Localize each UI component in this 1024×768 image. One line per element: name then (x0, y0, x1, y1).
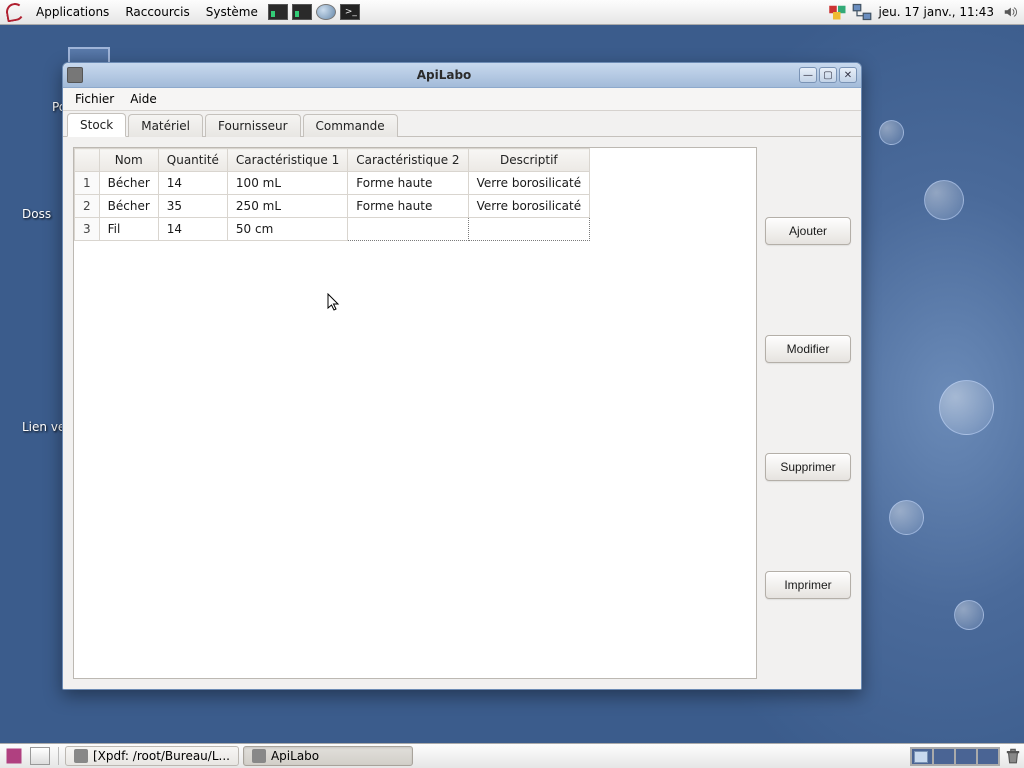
cell-c1[interactable]: 50 cm (227, 218, 347, 241)
header-index[interactable] (75, 149, 100, 172)
cell-nom[interactable]: Bécher (99, 172, 158, 195)
cell-desc[interactable]: Verre borosilicaté (468, 172, 590, 195)
tab-stock[interactable]: Stock (67, 113, 126, 137)
tab-materiel[interactable]: Matériel (128, 114, 203, 137)
cell-quantite[interactable]: 14 (158, 218, 227, 241)
debian-logo-icon[interactable] (6, 3, 24, 21)
menu-applications[interactable]: Applications (28, 3, 117, 21)
modifier-button[interactable]: Modifier (765, 335, 851, 363)
terminal-icon[interactable]: >_ (340, 4, 360, 20)
cell-c1[interactable]: 100 mL (227, 172, 347, 195)
ajouter-button[interactable]: Ajouter (765, 217, 851, 245)
row-number: 3 (75, 218, 100, 241)
cell-c2[interactable] (348, 218, 468, 241)
workspace-1[interactable] (911, 748, 933, 765)
titlebar[interactable]: ApiLabo — ▢ ✕ (63, 63, 861, 88)
table-header-row: Nom Quantité Caractéristique 1 Caractéri… (75, 149, 590, 172)
app-icon (252, 749, 266, 763)
header-nom[interactable]: Nom (99, 149, 158, 172)
desktop-label-3[interactable]: Lien ve (22, 420, 65, 434)
tab-fournisseur[interactable]: Fournisseur (205, 114, 301, 137)
table-row[interactable]: 2 Bécher 35 250 mL Forme haute Verre bor… (75, 195, 590, 218)
show-desktop-button[interactable] (30, 747, 50, 765)
cell-quantite[interactable]: 35 (158, 195, 227, 218)
network-icon[interactable] (852, 4, 872, 20)
app-window-apilabo: ApiLabo — ▢ ✕ Fichier Aide Stock Matérie… (62, 62, 862, 690)
diskmon-icon[interactable] (292, 4, 312, 20)
menu-aide[interactable]: Aide (122, 90, 165, 108)
supprimer-button[interactable]: Supprimer (765, 453, 851, 481)
header-c2[interactable]: Caractéristique 2 (348, 149, 468, 172)
workspace-2[interactable] (933, 748, 955, 765)
taskbar-label: [Xpdf: /root/Bureau/L... (93, 749, 230, 763)
tabstrip: Stock Matériel Fournisseur Commande (63, 111, 861, 137)
top-panel: Applications Raccourcis Système >_ jeu. … (0, 0, 1024, 25)
window-icon (67, 67, 83, 83)
trash-icon[interactable] (1004, 747, 1022, 765)
workspace-3[interactable] (955, 748, 977, 765)
stock-table: Nom Quantité Caractéristique 1 Caractéri… (74, 148, 590, 241)
window-title: ApiLabo (89, 68, 799, 82)
cell-c1[interactable]: 250 mL (227, 195, 347, 218)
panel-separator (58, 747, 59, 765)
header-desc[interactable]: Descriptif (468, 149, 590, 172)
header-c1[interactable]: Caractéristique 1 (227, 149, 347, 172)
maximize-button[interactable]: ▢ (819, 67, 837, 83)
update-icon[interactable] (828, 4, 848, 20)
app-menubar: Fichier Aide (63, 88, 861, 111)
app-launcher-icon[interactable] (4, 748, 24, 764)
panel-clock[interactable]: jeu. 17 janv., 11:43 (874, 5, 998, 19)
menu-raccourcis[interactable]: Raccourcis (117, 3, 197, 21)
table-row-selected[interactable]: 3 Fil 14 50 cm (75, 218, 590, 241)
workspace-switcher[interactable] (910, 747, 1000, 766)
tab-content: Nom Quantité Caractéristique 1 Caractéri… (63, 137, 861, 689)
cell-c2[interactable]: Forme haute (348, 195, 468, 218)
row-number: 2 (75, 195, 100, 218)
tab-commande[interactable]: Commande (303, 114, 398, 137)
desktop-label-2[interactable]: Doss (22, 207, 51, 221)
side-buttons: Ajouter Modifier Supprimer Imprimer (765, 147, 851, 679)
cell-desc[interactable]: Verre borosilicaté (468, 195, 590, 218)
taskbar-item-xpdf[interactable]: [Xpdf: /root/Bureau/L... (65, 746, 239, 766)
row-number: 1 (75, 172, 100, 195)
imprimer-button[interactable]: Imprimer (765, 571, 851, 599)
app-icon (74, 749, 88, 763)
menu-systeme[interactable]: Système (198, 3, 266, 21)
workspace-4[interactable] (977, 748, 999, 765)
minimize-button[interactable]: — (799, 67, 817, 83)
cell-nom[interactable]: Bécher (99, 195, 158, 218)
sysmon-icon[interactable] (268, 4, 288, 20)
cell-c2[interactable]: Forme haute (348, 172, 468, 195)
cell-quantite[interactable]: 14 (158, 172, 227, 195)
taskbar-item-apilabo[interactable]: ApiLabo (243, 746, 413, 766)
volume-icon[interactable] (1000, 4, 1020, 20)
taskbar-label: ApiLabo (271, 749, 319, 763)
cell-desc[interactable] (468, 218, 590, 241)
close-button[interactable]: ✕ (839, 67, 857, 83)
stock-table-container[interactable]: Nom Quantité Caractéristique 1 Caractéri… (73, 147, 757, 679)
header-quantite[interactable]: Quantité (158, 149, 227, 172)
clock-text: jeu. 17 janv., 11:43 (878, 5, 994, 19)
table-row[interactable]: 1 Bécher 14 100 mL Forme haute Verre bor… (75, 172, 590, 195)
bottom-panel: [Xpdf: /root/Bureau/L... ApiLabo (0, 743, 1024, 768)
globe-icon[interactable] (316, 4, 336, 20)
cell-nom[interactable]: Fil (99, 218, 158, 241)
menu-fichier[interactable]: Fichier (67, 90, 122, 108)
